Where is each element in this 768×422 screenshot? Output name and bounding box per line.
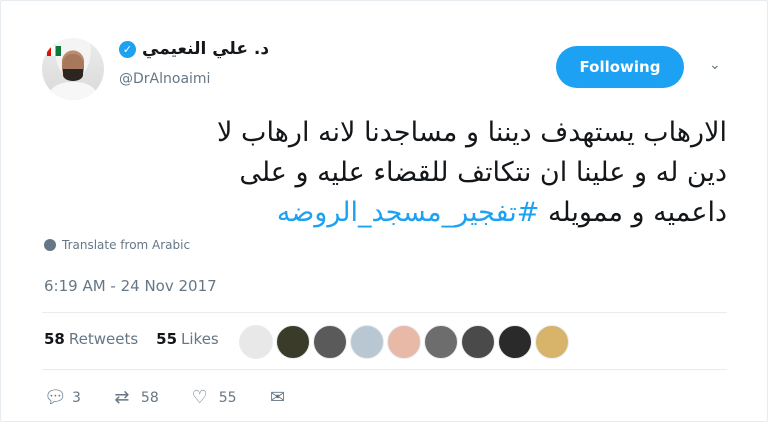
liker-avatar[interactable] — [313, 325, 347, 359]
user-handle[interactable]: @DrAlnoaimi — [119, 71, 210, 87]
tweet-text-line-3: داعميه و ممويله #تفجير_مسجد_الروضه — [41, 193, 727, 233]
like-button[interactable]: ♡ 55 — [191, 389, 237, 407]
liker-avatar[interactable] — [535, 325, 569, 359]
retweets-stat[interactable]: 58 Retweets — [44, 330, 138, 348]
liker-avatar[interactable] — [387, 325, 421, 359]
retweets-label: Retweets — [68, 330, 139, 348]
direct-message-button[interactable]: ✉ — [269, 389, 287, 407]
liker-avatar[interactable] — [276, 325, 310, 359]
chevron-down-icon[interactable]: ⌄ — [709, 58, 721, 72]
liker-avatar[interactable] — [350, 325, 384, 359]
like-count: 55 — [218, 390, 237, 406]
liker-avatar[interactable] — [424, 325, 458, 359]
engagement-stats: 58 Retweets 55 Likes — [44, 330, 219, 348]
likes-stat[interactable]: 55 Likes — [156, 330, 219, 348]
divider — [42, 369, 727, 370]
hashtag-link[interactable]: #تفجير_مسجد_الروضه — [277, 197, 540, 228]
message-icon: ✉ — [270, 387, 286, 408]
verified-badge-icon: ✓ — [119, 40, 136, 58]
likes-count: 55 — [156, 330, 178, 348]
globe-icon — [44, 239, 56, 251]
retweet-button[interactable]: ⇄ 58 — [113, 387, 159, 408]
tweet-text-line-1: الارهاب يستهدف ديننا و مساجدنا لانه ارها… — [217, 117, 727, 148]
reply-icon: 💬︎ — [44, 387, 67, 408]
likes-label: Likes — [181, 330, 219, 348]
like-icon: ♡ — [191, 387, 208, 408]
flag-pin-icon — [47, 46, 61, 56]
divider — [42, 312, 727, 313]
following-button[interactable]: Following — [556, 46, 684, 88]
translate-label: Translate from Arabic — [62, 238, 191, 252]
author-name-row[interactable]: د. علي النعيمي ✓ — [119, 39, 269, 59]
liker-avatar[interactable] — [239, 325, 273, 359]
tweet-timestamp[interactable]: 6:19 AM - 24 Nov 2017 — [44, 277, 217, 295]
tweet-card: د. علي النعيمي ✓ @DrAlnoaimi Following ⌄… — [0, 0, 768, 422]
retweet-icon: ⇄ — [114, 387, 130, 408]
retweets-count: 58 — [44, 330, 65, 348]
tweet-text-line-3-plain: داعميه و ممويله — [539, 197, 727, 228]
liker-avatar[interactable] — [498, 325, 532, 359]
avatar[interactable] — [42, 38, 104, 100]
reply-count: 3 — [72, 390, 81, 406]
display-name[interactable]: د. علي النعيمي — [142, 39, 269, 59]
liker-avatars — [239, 325, 569, 359]
tweet-text-line-2: دين له و علينا ان نتكاتف للقضاء عليه و ع… — [239, 157, 727, 188]
retweet-count: 58 — [140, 390, 159, 406]
reply-button[interactable]: 💬︎ 3 — [44, 389, 81, 407]
translate-link[interactable]: Translate from Arabic — [44, 238, 190, 252]
tweet-text: الارهاب يستهدف ديننا و مساجدنا لانه ارها… — [41, 113, 727, 233]
tweet-actions: 💬︎ 3 ⇄ 58 ♡ 55 ✉ — [44, 389, 319, 407]
liker-avatar[interactable] — [461, 325, 495, 359]
